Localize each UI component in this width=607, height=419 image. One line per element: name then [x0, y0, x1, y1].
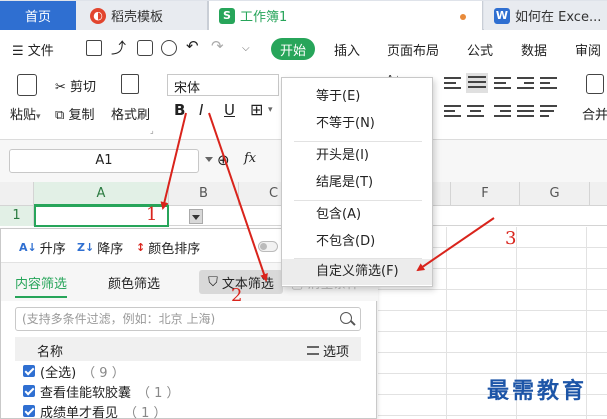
step-number-1: 1 — [146, 204, 158, 225]
arrow-2 — [208, 112, 268, 282]
arrow-1 — [160, 112, 187, 210]
arrow-3 — [416, 217, 495, 272]
watermark: 最需教育 — [487, 378, 588, 404]
annotation-arrows — [160, 112, 495, 282]
step-number-2: 2 — [231, 285, 243, 306]
step-number-3: 3 — [505, 228, 517, 249]
